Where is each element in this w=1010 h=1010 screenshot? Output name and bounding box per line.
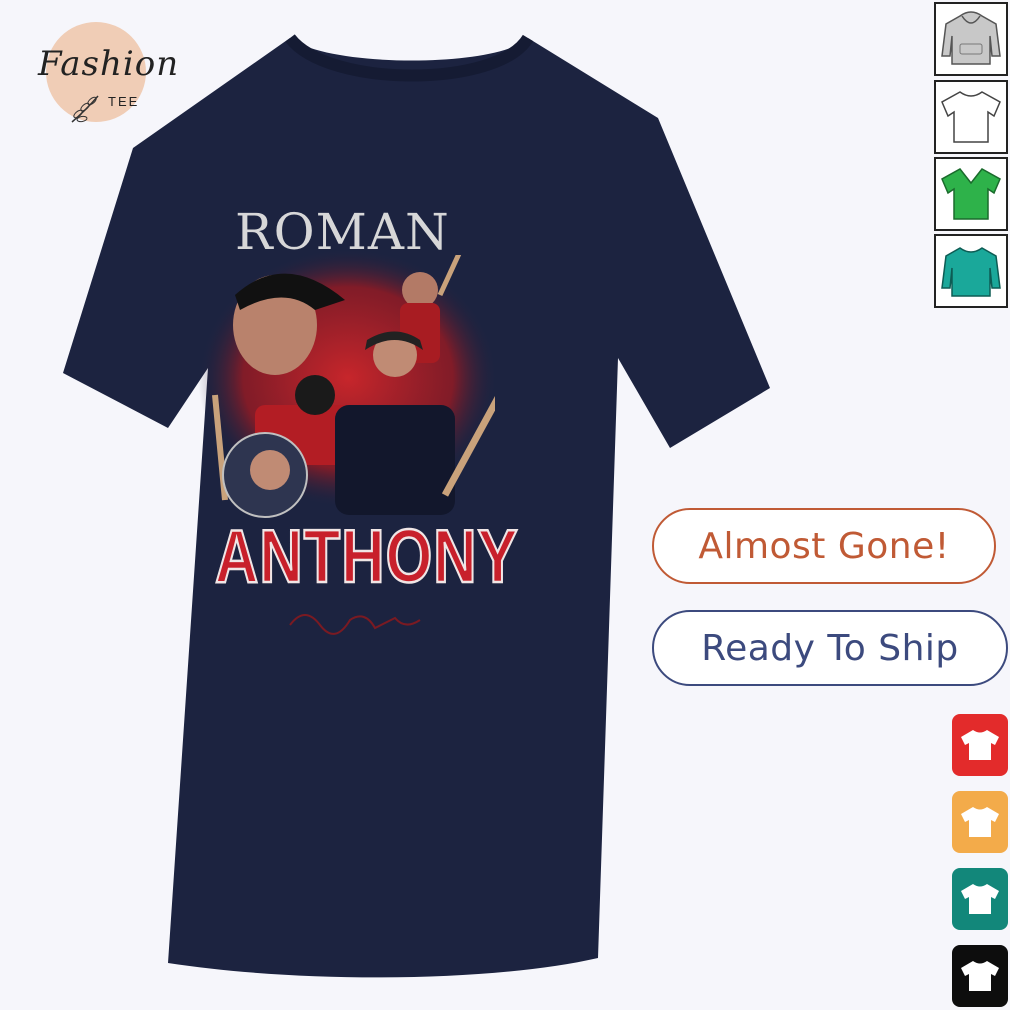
tshirt-icon bbox=[961, 961, 999, 991]
print-bottom-text: ANTHONY bbox=[214, 513, 519, 599]
tshirt-icon bbox=[961, 730, 999, 760]
ready-to-ship-badge: Ready To Ship bbox=[652, 610, 1008, 686]
color-swatch-red[interactable] bbox=[952, 714, 1008, 776]
color-swatch-teal[interactable] bbox=[952, 868, 1008, 930]
almost-gone-badge: Almost Gone! bbox=[652, 508, 996, 584]
color-swatch-black[interactable] bbox=[952, 945, 1008, 1007]
hoodie-icon bbox=[941, 11, 1001, 65]
style-thumb-hoodie[interactable] bbox=[934, 2, 1008, 76]
print-top-text: ROMAN bbox=[235, 203, 450, 261]
color-swatch-orange[interactable] bbox=[952, 791, 1008, 853]
sweatshirt-icon bbox=[941, 247, 1001, 297]
logo-sub-text: TEE bbox=[108, 94, 140, 109]
product-canvas: ROMAN ANTHONY Fashion TEE Almost Gone! R… bbox=[0, 0, 1010, 1010]
brand-logo: Fashion TEE bbox=[38, 20, 178, 125]
leaf-icon bbox=[71, 95, 99, 123]
shirt-artwork: ROMAN ANTHONY bbox=[195, 195, 519, 635]
tshirt-icon bbox=[941, 91, 1001, 143]
signature-image bbox=[289, 614, 421, 635]
tshirt-icon bbox=[961, 807, 999, 837]
style-thumb-sweatshirt[interactable] bbox=[934, 234, 1008, 308]
logo-script-text: Fashion bbox=[38, 44, 180, 84]
style-thumb-tshirt[interactable] bbox=[934, 80, 1008, 154]
vneck-icon bbox=[941, 168, 1001, 220]
style-thumb-vneck[interactable] bbox=[934, 157, 1008, 231]
tshirt-icon bbox=[961, 884, 999, 914]
